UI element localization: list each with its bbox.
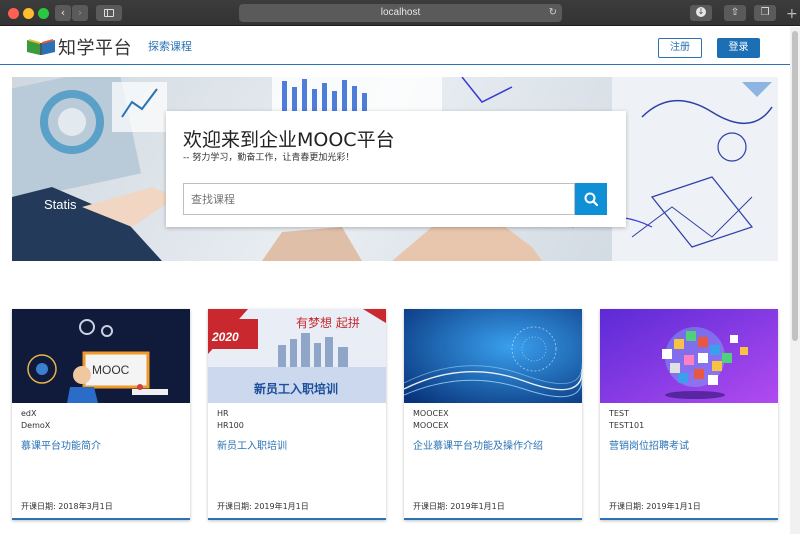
course-card[interactable]: MOOCEX MOOCEX 企业慕课平台功能及操作介绍 开课日期: 2019年1… xyxy=(404,309,582,520)
course-image[interactable]: MOOC xyxy=(12,309,190,403)
hero-search-card: 欢迎来到企业MOOC平台 -- 努力学习，勤奋工作，让青春更加光彩！ xyxy=(166,111,626,227)
course-title[interactable]: 营销岗位招聘考试 xyxy=(609,437,689,452)
course-org: MOOCEX xyxy=(413,409,449,418)
share-icon: ⇧ xyxy=(730,7,740,18)
logo-text[interactable]: 知学平台 xyxy=(58,34,132,60)
course-org: HR xyxy=(217,409,229,418)
course-image-slogan: 有梦想 起拼 xyxy=(296,315,360,330)
hero-banner: Statis 欢迎来到企业MOOC平台 -- 努力学习，勤奋工作，让青春更加光彩… xyxy=(12,77,778,261)
site-header: 知学平台 探索课程 注册 登录 xyxy=(0,27,790,65)
course-title[interactable]: 企业慕课平台功能及操作介绍 xyxy=(413,437,543,452)
download-icon: ↓ xyxy=(696,7,706,17)
course-org: TEST xyxy=(609,409,629,418)
forward-button[interactable]: › xyxy=(72,5,88,21)
course-org: edX xyxy=(21,409,37,418)
book-logo-icon[interactable] xyxy=(25,36,57,56)
scrollbar-thumb[interactable] xyxy=(792,31,798,341)
course-title[interactable]: 慕课平台功能简介 xyxy=(21,437,101,452)
hero-subtitle: -- 努力学习，勤奋工作，让青春更加光彩！ xyxy=(183,153,355,163)
chevron-left-icon: ‹ xyxy=(60,6,66,19)
search-icon xyxy=(584,192,598,206)
svg-text:Statis: Statis xyxy=(44,197,77,212)
downloads-button[interactable]: ↓ xyxy=(690,5,712,21)
login-button[interactable]: 登录 xyxy=(717,38,760,58)
close-window-button[interactable] xyxy=(8,8,19,19)
zoom-window-button[interactable] xyxy=(38,8,49,19)
address-bar[interactable]: localhost ↻ xyxy=(239,4,562,22)
course-image-year: 2020 xyxy=(211,330,239,344)
course-card[interactable]: TEST TEST101 营销岗位招聘考试 开课日期: 2019年1月1日 xyxy=(600,309,778,520)
course-start-date: 开课日期: 2019年1月1日 xyxy=(217,502,309,511)
course-start-date: 开课日期: 2019年1月1日 xyxy=(413,502,505,511)
course-code: TEST101 xyxy=(609,421,645,430)
back-button[interactable]: ‹ xyxy=(55,5,71,21)
sidebar-toggle-button[interactable] xyxy=(96,5,122,21)
search-button[interactable] xyxy=(575,183,607,215)
course-title[interactable]: 新员工入职培训 xyxy=(217,437,287,452)
nav-explore-courses[interactable]: 探索课程 xyxy=(148,38,192,54)
page-scrollbar[interactable] xyxy=(790,27,800,534)
course-image[interactable] xyxy=(404,309,582,403)
hero-title: 欢迎来到企业MOOC平台 xyxy=(183,129,395,151)
register-button[interactable]: 注册 xyxy=(658,38,702,58)
reload-icon[interactable]: ↻ xyxy=(549,4,557,22)
minimize-window-button[interactable] xyxy=(23,8,34,19)
course-image-text: 新员工入职培训 xyxy=(254,381,338,396)
search-input[interactable] xyxy=(183,183,575,215)
share-button[interactable]: ⇧ xyxy=(724,5,746,21)
new-tab-icon[interactable]: + xyxy=(786,6,798,22)
url-text: localhost xyxy=(380,7,421,18)
course-code: MOOCEX xyxy=(413,421,449,430)
browser-toolbar: ‹ › localhost ↻ ↓ ⇧ ❐ + xyxy=(0,0,800,26)
course-code: DemoX xyxy=(21,421,51,430)
course-image[interactable] xyxy=(600,309,778,403)
sidebar-icon xyxy=(104,9,114,17)
chevron-right-icon: › xyxy=(77,6,83,19)
tabs-overview-button[interactable]: ❐ xyxy=(754,5,776,21)
course-image-text: MOOC xyxy=(92,363,130,377)
course-image[interactable]: 2020 有梦想 起拼 新员工入职培训 xyxy=(208,309,386,403)
course-code: HR100 xyxy=(217,421,244,430)
tabs-icon: ❐ xyxy=(760,7,770,18)
course-card[interactable]: MOOC edX DemoX 慕课平台功能简介 开课日期: 2018年3月1日 xyxy=(12,309,190,520)
course-start-date: 开课日期: 2019年1月1日 xyxy=(609,502,701,511)
course-card[interactable]: 2020 有梦想 起拼 新员工入职培训 HR HR100 新员工入职培训 开课日… xyxy=(208,309,386,520)
course-start-date: 开课日期: 2018年3月1日 xyxy=(21,502,113,511)
